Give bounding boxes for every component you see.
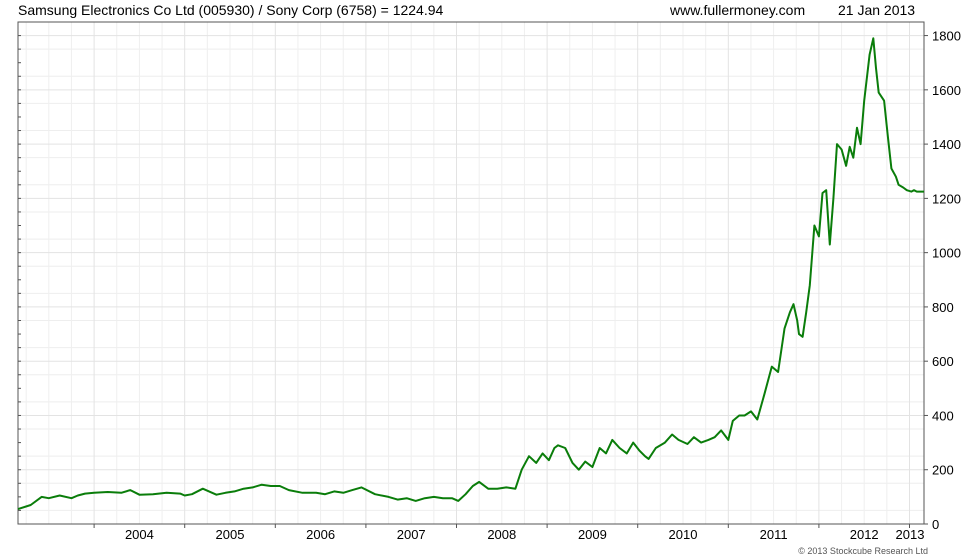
x-tick-label: 2004 (125, 527, 154, 542)
y-tick-label: 1000 (932, 246, 961, 261)
x-axis: 2004 2005 2006 2007 2008 2009 2010 2011 2012 2013 (93, 524, 925, 542)
x-tick-label: 2007 (397, 527, 426, 542)
y-axis: 0 200 400 600 800 1000 1200 1400 1600 1800 (924, 29, 961, 532)
minor-gridlines (18, 22, 924, 524)
y-tick-label: 1200 (932, 191, 961, 206)
x-tick-label: 2013 (896, 527, 925, 542)
y-tick-label: 1800 (932, 29, 961, 44)
x-tick-label: 2009 (578, 527, 607, 542)
plot-border (17, 21, 925, 525)
x-tick-label: 2006 (306, 527, 335, 542)
y-tick-label: 200 (932, 463, 954, 478)
x-tick-label: 2012 (850, 527, 879, 542)
series-line (17, 37, 924, 511)
y-tick-label: 400 (932, 408, 954, 423)
major-gridlines (18, 22, 924, 525)
x-tick-label: 2010 (669, 527, 698, 542)
x-tick-label: 2008 (487, 527, 516, 542)
y-tick-label: 800 (932, 300, 954, 315)
y-tick-label: 1400 (932, 137, 961, 152)
x-tick-label: 2005 (216, 527, 245, 542)
y-tick-label: 600 (932, 354, 954, 369)
y-tick-label: 0 (932, 517, 939, 532)
copyright-notice: © 2013 Stockcube Research Ltd (798, 546, 928, 556)
y-tick-label: 1600 (932, 83, 961, 98)
x-tick-label: 2011 (760, 527, 788, 542)
series-layer (17, 37, 924, 511)
plot-frame (17, 21, 925, 525)
line-chart: 2004 2005 2006 2007 2008 2009 2010 2011 2012 2013… (17, 21, 961, 542)
